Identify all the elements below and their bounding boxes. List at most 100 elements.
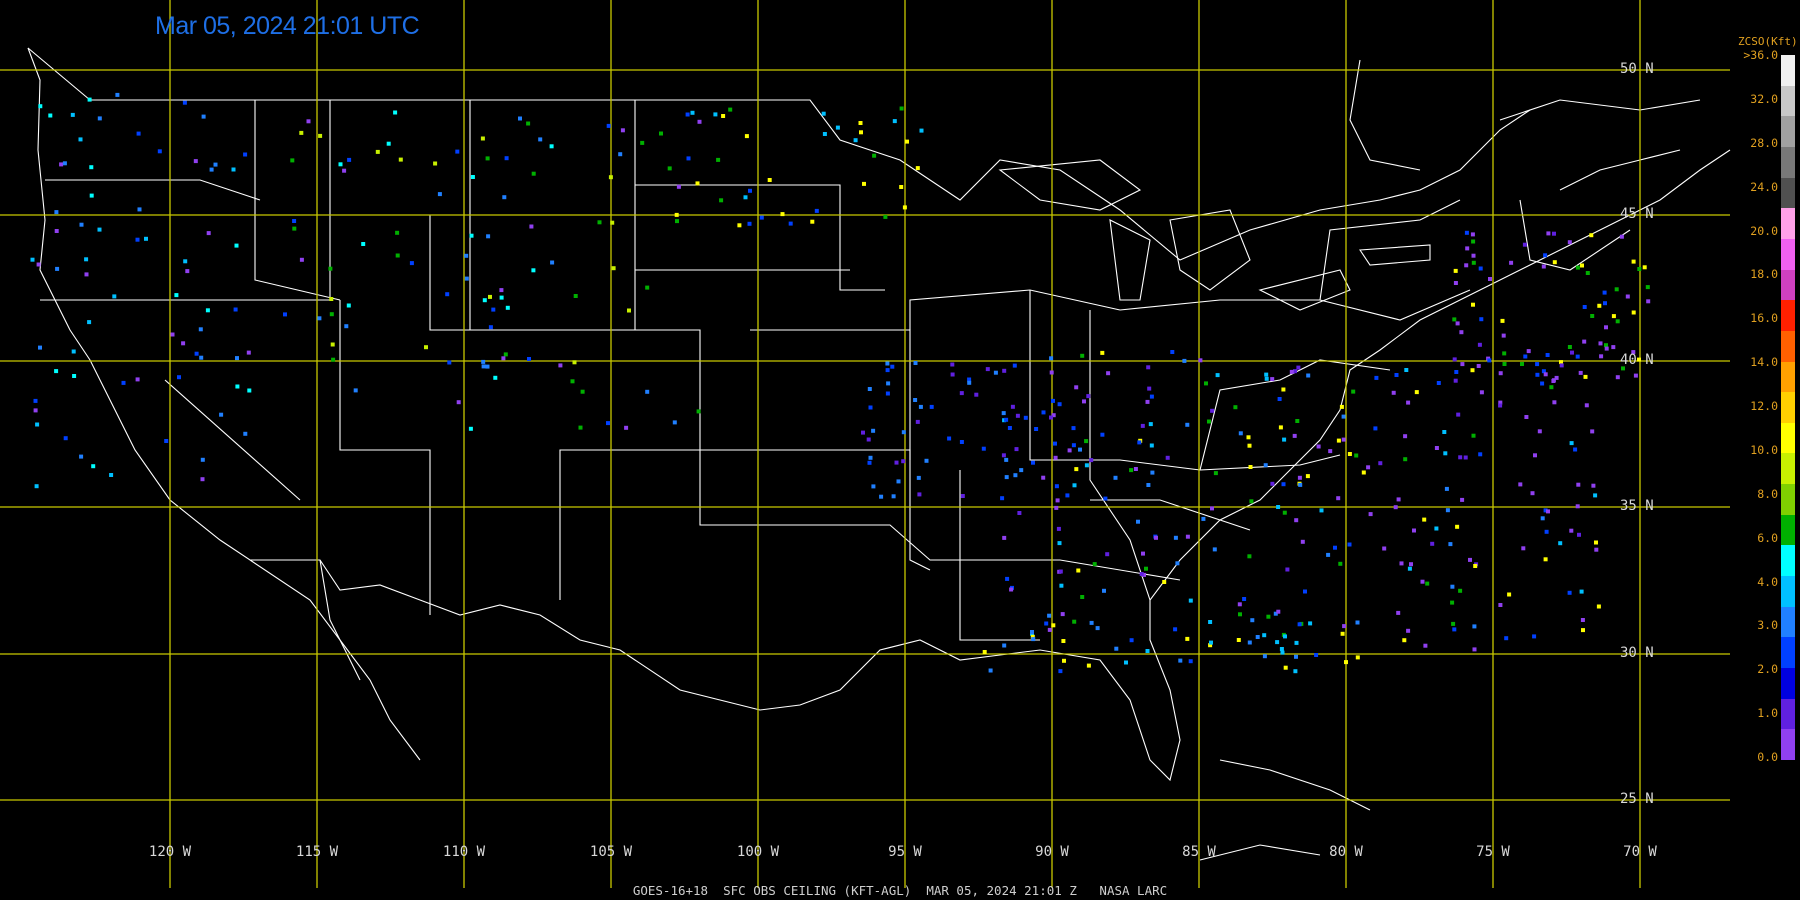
colorbar-swatch [1781,422,1795,454]
station-marker [1034,427,1039,431]
station-marker [59,162,64,167]
station-marker [1074,385,1079,390]
station-marker [157,149,162,154]
station-marker [235,356,239,361]
longitude-label: 110 W [442,844,486,860]
station-marker [527,357,531,361]
station-marker [814,208,819,213]
station-marker [1535,372,1540,377]
station-marker [491,307,496,312]
station-marker [1319,508,1324,513]
station-marker [1255,635,1260,639]
station-marker [185,269,190,274]
station-marker [1162,580,1167,584]
station-marker [1013,473,1018,478]
station-marker [529,224,534,229]
station-marker [1470,368,1475,373]
station-marker [485,156,490,161]
station-marker [1019,468,1024,473]
station-marker [883,214,888,219]
station-marker [1141,551,1145,556]
station-marker [84,257,89,262]
station-marker [1248,465,1253,469]
station-marker [1041,475,1046,480]
station-marker [1533,453,1537,458]
station-marker [1471,253,1476,258]
latitude-label: 45 N [1620,206,1654,222]
station-marker [1055,498,1060,503]
station-marker [1071,443,1076,448]
station-marker [1582,305,1587,309]
station-marker [1080,595,1085,599]
station-marker [501,356,506,361]
station-marker [1471,433,1476,438]
colorbar-label: 3.0 [1757,618,1778,633]
station-marker [1249,499,1254,504]
station-marker [1086,394,1091,399]
station-marker [1611,314,1616,319]
station-marker [618,152,623,157]
station-marker [1238,431,1243,436]
station-marker [861,430,865,435]
station-marker [1545,353,1550,357]
station-marker [1366,465,1371,470]
station-marker [821,111,826,116]
station-marker [924,458,929,463]
station-marker [1394,373,1399,377]
station-marker [1454,370,1459,374]
colorbar-title: ZCSO(Kft) [1738,35,1798,48]
station-marker [1059,583,1064,588]
station-marker [1086,663,1091,668]
station-marker [1044,621,1049,626]
colorbar-label: 0.0 [1757,750,1778,764]
station-marker [121,380,126,385]
station-marker [982,650,987,654]
station-marker [72,374,77,378]
station-marker [550,260,555,265]
station-marker [1208,620,1213,624]
station-marker [503,352,508,357]
station-marker [361,242,366,246]
station-marker [200,477,205,482]
station-marker [87,97,92,102]
station-marker [1464,230,1469,235]
station-marker [464,276,469,281]
station-marker [317,316,322,321]
station-marker [1524,415,1529,419]
station-marker [445,292,450,297]
station-marker [1509,260,1514,265]
station-marker [1602,290,1607,295]
station-marker [182,100,187,105]
station-marker [35,422,40,427]
station-marker [1114,646,1119,651]
station-marker [91,464,96,469]
station-marker [1578,370,1583,375]
station-marker [1314,653,1319,657]
station-marker [918,404,923,409]
station-marker [606,123,611,128]
station-marker [672,420,677,425]
station-marker [1579,589,1584,594]
station-marker [1340,631,1345,636]
colorbar-label: 12.0 [1750,399,1778,413]
station-marker [1204,381,1208,386]
station-marker [1522,242,1527,247]
station-marker [531,268,536,273]
station-marker [1598,341,1603,346]
colorbar-label: 24.0 [1750,179,1778,194]
station-marker [1278,425,1283,430]
colorbar-swatch [1781,300,1795,332]
station-marker [1544,529,1549,534]
station-marker [747,221,752,226]
station-marker [48,113,53,118]
station-marker [499,295,504,300]
station-marker [299,130,304,135]
station-marker [1282,510,1287,515]
station-marker [879,494,884,499]
station-marker [1281,387,1286,392]
station-marker [292,226,297,231]
station-marker [201,114,206,119]
map-title: Mar 05, 2024 21:01 UTC [155,12,420,40]
colorbar-label: 10.0 [1750,442,1778,457]
station-marker [1207,419,1211,424]
